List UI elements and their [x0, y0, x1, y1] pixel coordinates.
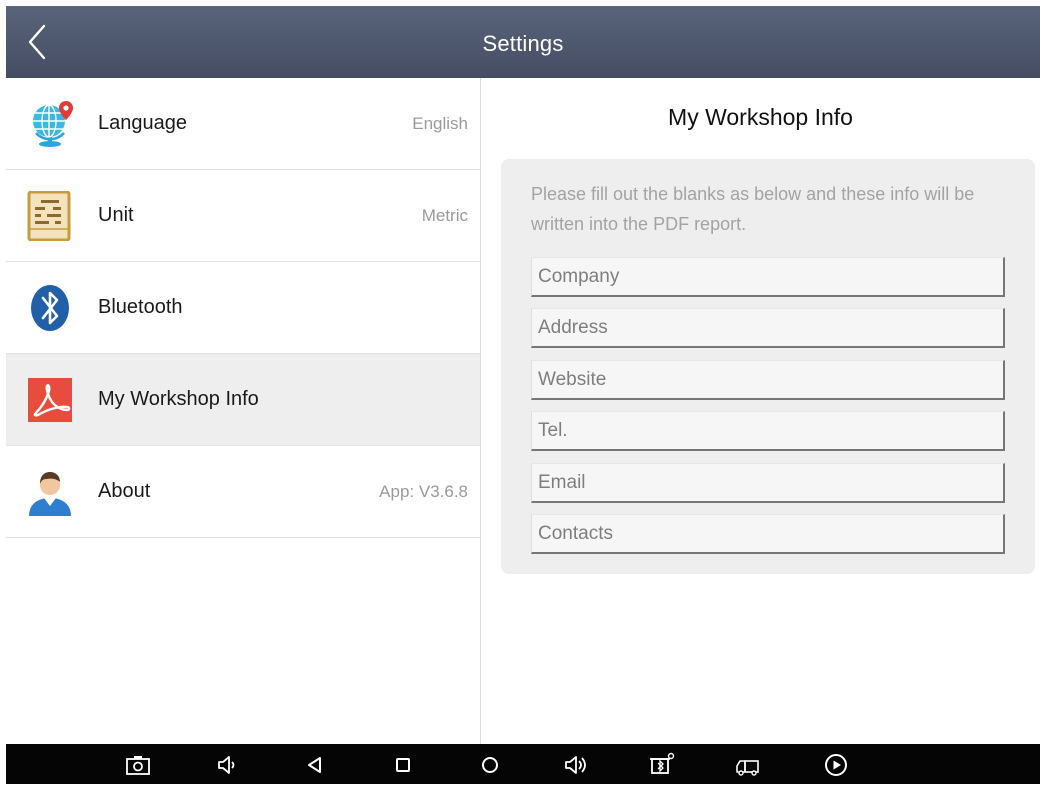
menu-item-label: About — [98, 480, 151, 502]
back-icon — [308, 757, 321, 773]
back-nav-button[interactable] — [302, 752, 328, 778]
address-field[interactable] — [531, 308, 1005, 348]
settings-menu: Language English Unit Metric Bluetooth M… — [6, 78, 481, 744]
home-button[interactable] — [477, 752, 503, 778]
menu-item-bluetooth[interactable]: Bluetooth — [6, 262, 480, 354]
menu-item-workshop-info[interactable]: My Workshop Info — [6, 354, 480, 446]
panel-title: My Workshop Info — [668, 104, 853, 130]
form-description: Please fill out the blanks as below and … — [531, 184, 975, 234]
chevron-left-icon — [28, 24, 46, 60]
back-button[interactable] — [20, 20, 60, 64]
volume-down-icon — [218, 756, 235, 774]
contacts-field[interactable] — [531, 514, 1005, 554]
recent-apps-icon — [396, 758, 410, 772]
title-bar: Settings — [6, 6, 1040, 78]
user-icon — [29, 472, 71, 516]
menu-item-label: Unit — [98, 204, 134, 226]
email-field[interactable] — [531, 463, 1005, 503]
screenshot-icon — [126, 756, 150, 775]
system-nav-bar — [6, 744, 1040, 784]
menu-item-about[interactable]: About App: V3.6.8 — [6, 446, 480, 538]
volume-up-icon — [565, 756, 586, 774]
menu-item-value: App: V3.6.8 — [379, 482, 468, 501]
abacus-icon — [27, 191, 71, 241]
play-button[interactable] — [823, 752, 849, 778]
company-field[interactable] — [531, 257, 1005, 297]
menu-item-language[interactable]: Language English — [6, 78, 480, 170]
menu-item-value: Metric — [421, 206, 468, 225]
vehicle-connect-icon — [736, 760, 759, 776]
volume-down-button[interactable] — [214, 752, 240, 778]
recent-apps-button[interactable] — [390, 752, 416, 778]
menu-item-label: My Workshop Info — [98, 388, 259, 410]
bluetooth-icon — [31, 285, 69, 331]
website-field[interactable] — [531, 360, 1005, 400]
vci-bluetooth-button[interactable] — [649, 752, 675, 778]
home-icon — [482, 757, 498, 773]
play-icon — [825, 754, 847, 776]
workshop-form: Please fill out the blanks as below and … — [501, 159, 1035, 574]
app-window: Settings Language English Unit Metric Bl… — [6, 6, 1040, 784]
vehicle-connect-button[interactable] — [735, 752, 761, 778]
pdf-icon — [28, 378, 72, 422]
globe-pin-icon — [33, 101, 73, 147]
volume-up-button[interactable] — [563, 752, 589, 778]
screenshot-button[interactable] — [125, 752, 151, 778]
workshop-info-panel: My Workshop Info Please fill out the bla… — [481, 78, 1040, 744]
page-title: Settings — [482, 31, 564, 56]
menu-item-value: English — [412, 114, 468, 133]
menu-item-unit[interactable]: Unit Metric — [6, 170, 480, 262]
menu-item-label: Bluetooth — [98, 296, 183, 318]
tel-field[interactable] — [531, 411, 1005, 451]
vci-bluetooth-icon — [650, 752, 675, 774]
menu-item-label: Language — [98, 112, 187, 134]
